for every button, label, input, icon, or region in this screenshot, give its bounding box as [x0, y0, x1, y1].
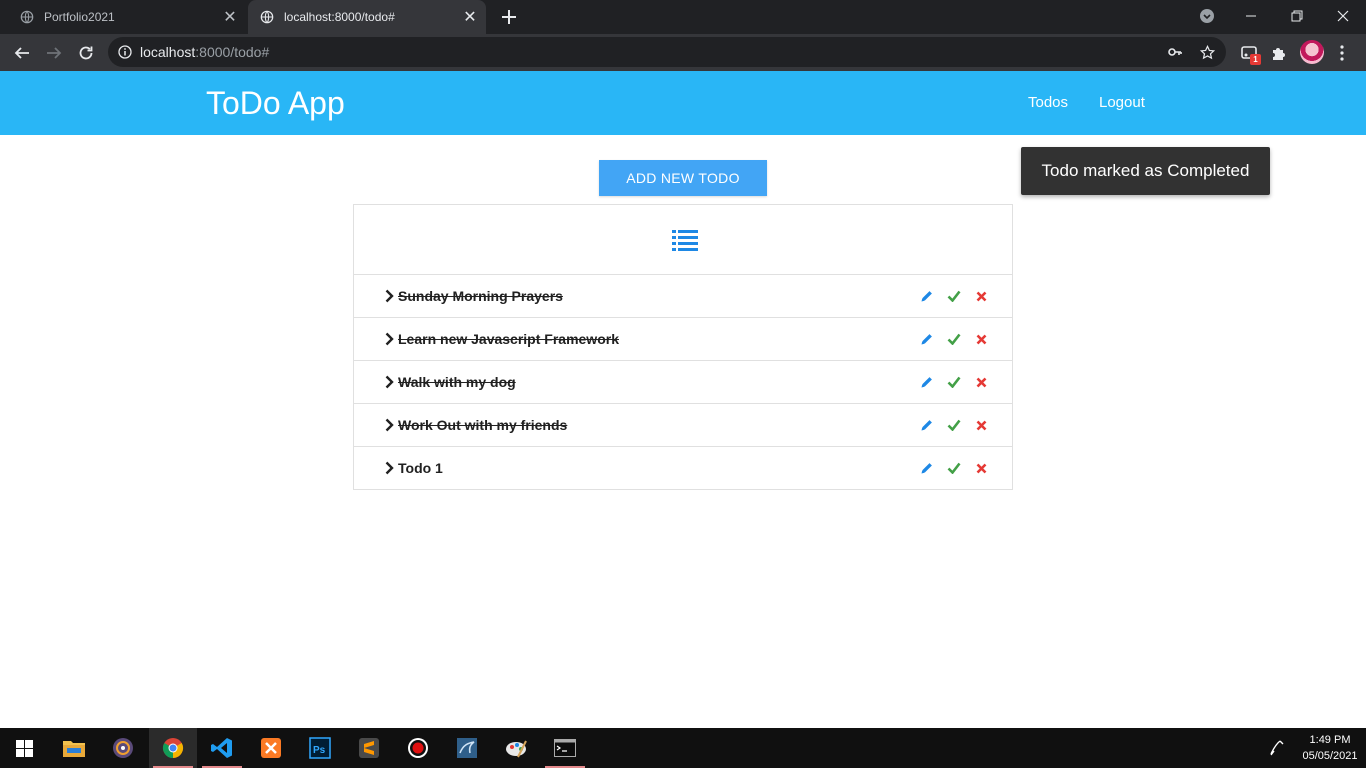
todo-title: Work Out with my friends — [398, 417, 568, 433]
system-clock[interactable]: 1:49 PM 05/05/2021 — [1296, 732, 1364, 764]
nav-link-logout[interactable]: Logout — [1099, 94, 1145, 112]
forward-icon[interactable] — [40, 39, 68, 67]
vscode-icon[interactable] — [198, 728, 246, 768]
todo-item[interactable]: Todo 1 — [354, 447, 1012, 490]
todo-item[interactable]: Work Out with my friends — [354, 404, 1012, 447]
todo-list-header — [354, 205, 1012, 275]
todo-item[interactable]: Sunday Morning Prayers — [354, 275, 1012, 318]
media-player-icon[interactable] — [99, 728, 147, 768]
tab-todo[interactable]: localhost:8000/todo# ✕ — [248, 0, 486, 34]
url-host: localhost — [140, 44, 196, 60]
toast-notification: Todo marked as Completed — [1021, 147, 1270, 195]
todo-title: Walk with my dog — [398, 374, 516, 390]
svg-text:Ps: Ps — [313, 745, 326, 756]
browser-toolbar: localhost:8000/todo# 1 — [0, 34, 1366, 71]
address-bar[interactable]: localhost:8000/todo# — [108, 37, 1226, 67]
delete-x-icon[interactable] — [973, 331, 989, 347]
new-tab-icon[interactable] — [497, 5, 521, 29]
chevron-right-icon[interactable] — [385, 375, 394, 389]
windows-taskbar: Ps 1:49 PM 05/05/2021 — [0, 728, 1366, 768]
profile-avatar[interactable] — [1300, 40, 1324, 64]
chevron-right-icon[interactable] — [385, 418, 394, 432]
edit-pencil-icon[interactable] — [919, 460, 935, 476]
tab-portfolio[interactable]: Portfolio2021 ✕ — [8, 0, 246, 34]
todo-item[interactable]: Walk with my dog — [354, 361, 1012, 404]
chevron-right-icon[interactable] — [385, 461, 394, 475]
delete-x-icon[interactable] — [973, 460, 989, 476]
menu-dots-icon[interactable] — [1329, 40, 1355, 66]
list-icon — [672, 230, 698, 251]
globe-icon — [20, 10, 34, 24]
globe-icon — [260, 10, 274, 24]
close-tab-icon[interactable]: ✕ — [218, 7, 242, 27]
paint-icon[interactable] — [492, 728, 540, 768]
key-icon[interactable] — [1168, 45, 1182, 59]
app-navbar: ToDo App Todos Logout — [0, 71, 1366, 135]
windows-start-icon[interactable] — [0, 728, 48, 768]
complete-check-icon[interactable] — [946, 374, 962, 390]
puzzle-icon[interactable] — [1266, 40, 1292, 66]
edit-pencil-icon[interactable] — [919, 288, 935, 304]
tab-title: localhost:8000/todo# — [284, 10, 395, 24]
app-brand[interactable]: ToDo App — [206, 84, 345, 122]
clock-time: 1:49 PM — [1309, 734, 1351, 746]
clock-date: 05/05/2021 — [1302, 750, 1358, 762]
complete-check-icon[interactable] — [946, 288, 962, 304]
delete-x-icon[interactable] — [973, 417, 989, 433]
pen-icon[interactable] — [1257, 728, 1297, 768]
edit-pencil-icon[interactable] — [919, 331, 935, 347]
terminal-icon[interactable] — [541, 728, 589, 768]
todo-title: Todo 1 — [398, 460, 443, 476]
todo-title: Learn new Javascript Framework — [398, 331, 619, 347]
xampp-icon[interactable] — [247, 728, 295, 768]
chevron-right-icon[interactable] — [385, 289, 394, 303]
tab-search-icon[interactable] — [1184, 0, 1230, 32]
chevron-right-icon[interactable] — [385, 332, 394, 346]
complete-check-icon[interactable] — [946, 417, 962, 433]
browser-tab-strip: Portfolio2021 ✕ localhost:8000/todo# ✕ — [0, 0, 1366, 34]
info-icon[interactable] — [118, 45, 132, 59]
sublime-text-icon[interactable] — [345, 728, 393, 768]
tab-title: Portfolio2021 — [44, 10, 115, 24]
extension-screen-icon[interactable]: 1 — [1236, 40, 1262, 66]
nav-link-todos[interactable]: Todos — [1028, 94, 1068, 112]
delete-x-icon[interactable] — [973, 288, 989, 304]
todo-item[interactable]: Learn new Javascript Framework — [354, 318, 1012, 361]
screen-recorder-icon[interactable] — [394, 728, 442, 768]
edit-pencil-icon[interactable] — [919, 374, 935, 390]
todo-title: Sunday Morning Prayers — [398, 288, 563, 304]
chrome-icon[interactable] — [149, 728, 197, 768]
complete-check-icon[interactable] — [946, 331, 962, 347]
star-icon[interactable] — [1200, 45, 1215, 60]
minimize-icon[interactable] — [1228, 0, 1274, 32]
close-window-icon[interactable] — [1320, 0, 1366, 32]
url-path: :8000/todo# — [195, 44, 270, 60]
delete-x-icon[interactable] — [973, 374, 989, 390]
todo-list: Sunday Morning Prayers Learn new Javascr… — [353, 204, 1013, 490]
mysql-workbench-icon[interactable] — [443, 728, 491, 768]
reload-icon[interactable] — [72, 39, 100, 67]
close-tab-icon[interactable]: ✕ — [458, 7, 482, 27]
complete-check-icon[interactable] — [946, 460, 962, 476]
file-explorer-icon[interactable] — [50, 728, 98, 768]
photoshop-icon[interactable]: Ps — [296, 728, 344, 768]
edit-pencil-icon[interactable] — [919, 417, 935, 433]
restore-icon[interactable] — [1274, 0, 1320, 32]
extension-badge: 1 — [1250, 54, 1261, 65]
back-icon[interactable] — [8, 39, 36, 67]
add-new-todo-button[interactable]: ADD NEW TODO — [599, 160, 767, 196]
